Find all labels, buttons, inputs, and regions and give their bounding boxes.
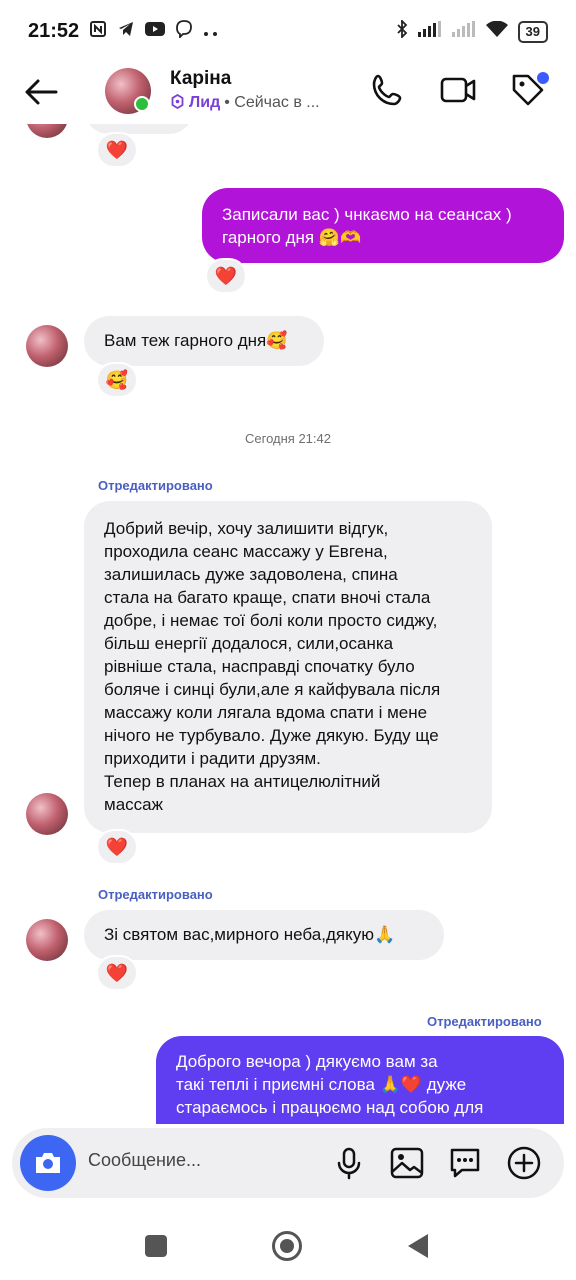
message-list[interactable]: ❤️ Записали вас ) чнкаємо на сеансах ) г… [0,124,576,1124]
lead-icon [170,93,185,112]
sender-avatar[interactable] [26,919,68,961]
microphone-icon[interactable] [330,1144,368,1182]
status-bar: 21:52 39 [0,0,576,62]
nfc-icon [89,20,107,43]
message-text: Вам теж гарного дня🥰 [104,331,288,350]
message-text: Доброго вечора ) дякуємо вам за такі теп… [176,1052,484,1117]
wifi-icon [485,20,508,42]
message-text: Записали вас ) чнкаємо на сеансах ) гарн… [222,205,512,247]
message-bubble[interactable]: Доброго вечора ) дякуємо вам за такі теп… [156,1036,564,1124]
message-text: Зі святом вас,мирного неба,дякую🙏 [104,925,396,944]
status-left: 21:52 [28,20,219,43]
back-button[interactable] [408,1234,428,1258]
system-nav-bar [0,1222,576,1280]
video-call-icon[interactable] [438,70,478,110]
sender-avatar[interactable] [26,325,68,367]
bluetooth-icon [396,18,408,43]
sender-avatar[interactable] [26,124,68,138]
reaction-badge[interactable]: ❤️ [96,132,138,168]
reaction-badge[interactable]: ❤️ [96,955,138,991]
online-indicator [134,96,150,112]
message-bubble[interactable]: Вам теж гарного дня🥰 [84,316,324,366]
edited-label: Отредактировано [427,1014,542,1029]
presence-status: • Сейчас в ... [224,94,320,111]
reaction-badge[interactable]: 🥰 [96,362,138,398]
viber-icon [175,20,193,43]
reaction-badge[interactable]: ❤️ [96,829,138,865]
reaction-badge[interactable]: ❤️ [205,258,247,294]
status-time: 21:52 [28,20,80,42]
camera-button[interactable] [20,1135,76,1191]
message-bubble[interactable] [84,124,194,134]
date-separator: Сегодня 21:42 [245,431,331,446]
back-arrow-icon[interactable] [22,72,62,112]
message-composer [12,1128,564,1198]
message-input[interactable] [88,1150,328,1171]
more-dots-icon [203,22,219,42]
chat-header: Каріна Лид • Сейчас в ... [0,62,576,124]
add-icon[interactable] [505,1144,543,1182]
contact-name[interactable]: Каріна [170,68,231,90]
gallery-icon[interactable] [388,1144,426,1182]
signal-icon [451,21,476,42]
phone-call-icon[interactable] [368,70,408,110]
edited-label: Отредактировано [98,478,213,493]
sticker-chat-icon[interactable] [446,1144,484,1182]
camera-icon [36,1153,60,1173]
message-bubble[interactable]: Зі святом вас,мирного неба,дякую🙏 [84,910,444,960]
message-bubble[interactable]: Записали вас ) чнкаємо на сеансах ) гарн… [202,188,564,263]
lead-tag: Лид [189,94,221,111]
youtube-icon [145,21,166,42]
message-bubble[interactable]: Добрий вечір, хочу залишити відгук, прох… [84,501,492,833]
recents-button[interactable] [145,1235,167,1257]
sender-avatar[interactable] [26,793,68,835]
edited-label: Отредактировано [98,887,213,902]
contact-subline[interactable]: Лид • Сейчас в ... [170,93,320,112]
message-text: Добрий вечір, хочу залишити відгук, прох… [104,519,441,814]
status-right: 39 [396,18,548,43]
tag-badge [537,72,549,84]
signal-icon [417,21,442,42]
home-button[interactable] [272,1231,302,1261]
battery-icon: 39 [517,20,548,43]
telegram-icon [117,20,135,43]
